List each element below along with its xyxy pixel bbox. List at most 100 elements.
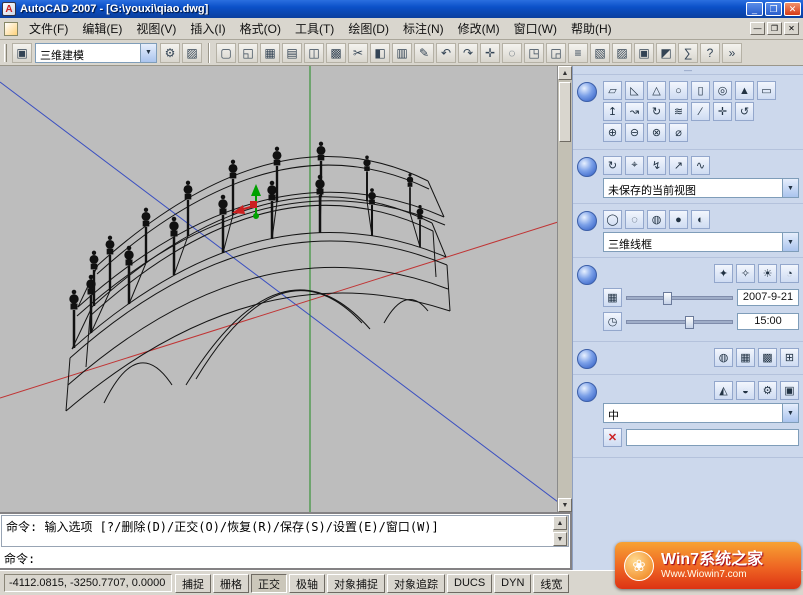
visual-style-dropdown[interactable]: 三维线框 ▼ bbox=[603, 232, 799, 252]
status-toggle-button[interactable]: 栅格 bbox=[213, 574, 249, 593]
command-scrollbar[interactable]: ▲ ▼ bbox=[553, 516, 568, 546]
menu-item[interactable]: 文件(F) bbox=[22, 18, 75, 39]
cone-icon[interactable]: △ bbox=[647, 81, 666, 100]
mdi-restore-button[interactable]: ❐ bbox=[767, 22, 782, 35]
canvas-scrollbar[interactable]: ▲ ▼ bbox=[558, 66, 572, 512]
torus-icon[interactable]: ◎ bbox=[713, 81, 732, 100]
materials-panel-icon[interactable] bbox=[577, 349, 597, 369]
workspaces-icon[interactable]: ▣ bbox=[12, 43, 32, 63]
status-toggle-button[interactable]: 对象捕捉 bbox=[327, 574, 385, 593]
menu-item[interactable]: 编辑(E) bbox=[75, 18, 129, 39]
planar-mapping-icon[interactable]: ▦ bbox=[736, 348, 755, 367]
status-toggle-button[interactable]: DUCS bbox=[447, 574, 492, 593]
pan-icon[interactable]: ✛ bbox=[480, 43, 500, 63]
date-slider[interactable] bbox=[626, 296, 733, 300]
render-environment-icon[interactable]: ◒ bbox=[736, 381, 755, 400]
minimize-button[interactable]: _ bbox=[746, 2, 763, 16]
box-mapping-icon[interactable]: ▩ bbox=[758, 348, 777, 367]
help-icon[interactable]: ? bbox=[700, 43, 720, 63]
save-icon[interactable]: ▦ bbox=[260, 43, 280, 63]
revolve-icon[interactable]: ↻ bbox=[647, 102, 666, 121]
render-window-icon[interactable]: ▣ bbox=[780, 381, 799, 400]
workspace-dropdown[interactable]: 三维建模 ▼ bbox=[35, 43, 157, 63]
command-window[interactable]: 命令: 输入选项 [?/删除(D)/正交(O)/恢复(R)/保存(S)/设置(E… bbox=[0, 512, 572, 570]
hidden-icon[interactable]: ◍ bbox=[647, 210, 666, 229]
dashboard-grip[interactable]: — bbox=[573, 66, 803, 75]
menu-item[interactable]: 窗口(W) bbox=[507, 18, 564, 39]
menu-item[interactable]: 工具(T) bbox=[288, 18, 341, 39]
sphere-icon[interactable]: ○ bbox=[669, 81, 688, 100]
fly-icon[interactable]: ↗ bbox=[669, 156, 688, 175]
open-icon[interactable]: ◱ bbox=[238, 43, 258, 63]
animation-icon[interactable]: ∿ bbox=[691, 156, 710, 175]
extrude-icon[interactable]: ↥ bbox=[603, 102, 622, 121]
menu-item[interactable]: 绘图(D) bbox=[341, 18, 396, 39]
subtract-icon[interactable]: ⊖ bbox=[625, 123, 644, 142]
mdi-close-button[interactable]: ✕ bbox=[784, 22, 799, 35]
menu-item[interactable]: 插入(I) bbox=[183, 18, 232, 39]
status-toggle-button[interactable]: 捕捉 bbox=[175, 574, 211, 593]
redo-icon[interactable]: ↷ bbox=[458, 43, 478, 63]
menu-item[interactable]: 标注(N) bbox=[396, 18, 451, 39]
3d-rotate-icon[interactable]: ↺ bbox=[735, 102, 754, 121]
camera-icon[interactable]: ⌖ bbox=[625, 156, 644, 175]
3d-navigate-panel-icon[interactable] bbox=[577, 157, 597, 177]
scroll-up-icon[interactable]: ▲ bbox=[558, 66, 572, 80]
date-field[interactable]: 2007-9-21 bbox=[737, 289, 799, 306]
slice-icon[interactable]: ∕ bbox=[691, 102, 710, 121]
wireframe-2d-icon[interactable]: ◯ bbox=[603, 210, 622, 229]
toolbar-drag-handle[interactable] bbox=[4, 44, 7, 62]
scrollbar-track[interactable] bbox=[558, 80, 572, 498]
clock-icon[interactable]: ◷ bbox=[603, 312, 622, 331]
render-output-field[interactable] bbox=[626, 429, 799, 446]
time-field[interactable]: 15:00 bbox=[737, 313, 799, 330]
menu-item[interactable]: 视图(V) bbox=[129, 18, 183, 39]
markup-icon[interactable]: ◩ bbox=[656, 43, 676, 63]
sky-icon[interactable]: ◔ bbox=[780, 264, 799, 283]
tool-palette-toggle-icon[interactable]: ▨ bbox=[182, 43, 202, 63]
scrollbar-thumb[interactable] bbox=[559, 82, 571, 142]
pyramid-icon[interactable]: ▲ bbox=[735, 81, 754, 100]
scroll-down-icon[interactable]: ▼ bbox=[558, 498, 572, 512]
menu-item[interactable]: 格式(O) bbox=[233, 18, 288, 39]
date-slider-thumb[interactable] bbox=[663, 292, 672, 305]
conceptual-icon[interactable]: ◐ bbox=[691, 210, 710, 229]
cut-icon[interactable]: ✂ bbox=[348, 43, 368, 63]
zoom-realtime-icon[interactable]: ◌ bbox=[502, 43, 522, 63]
box-icon[interactable]: ▱ bbox=[603, 81, 622, 100]
light-panel-icon[interactable] bbox=[577, 265, 597, 285]
command-history[interactable]: 命令: 输入选项 [?/删除(D)/正交(O)/恢复(R)/保存(S)/设置(E… bbox=[1, 515, 569, 547]
copy-icon[interactable]: ◧ bbox=[370, 43, 390, 63]
render-icon[interactable]: ◭ bbox=[714, 381, 733, 400]
wedge-icon[interactable]: ◺ bbox=[625, 81, 644, 100]
quickcalc-icon[interactable]: ∑ bbox=[678, 43, 698, 63]
zoom-previous-icon[interactable]: ◲ bbox=[546, 43, 566, 63]
loft-icon[interactable]: ≋ bbox=[669, 102, 688, 121]
status-toggle-button[interactable]: 极轴 bbox=[289, 574, 325, 593]
orbit-icon[interactable]: ↻ bbox=[603, 156, 622, 175]
time-slider[interactable] bbox=[626, 320, 733, 324]
workspace-settings-icon[interactable]: ⚙ bbox=[160, 43, 180, 63]
close-button[interactable]: ✕ bbox=[784, 2, 801, 16]
mdi-minimize-button[interactable]: — bbox=[750, 22, 765, 35]
status-toggle-button[interactable]: 正交 bbox=[251, 574, 287, 593]
realistic-icon[interactable]: ● bbox=[669, 210, 688, 229]
render-panel-icon[interactable] bbox=[577, 382, 597, 402]
chevron-down-icon[interactable]: ▼ bbox=[782, 233, 798, 251]
chevron-down-icon[interactable]: ▼ bbox=[782, 404, 798, 422]
materials-icon[interactable]: ◍ bbox=[714, 348, 733, 367]
command-prompt[interactable]: 命令: bbox=[0, 548, 570, 566]
calendar-icon[interactable]: ▦ bbox=[603, 288, 622, 307]
union-icon[interactable]: ⊕ bbox=[603, 123, 622, 142]
sweep-icon[interactable]: ↝ bbox=[625, 102, 644, 121]
3d-move-icon[interactable]: ✛ bbox=[713, 102, 732, 121]
view-dropdown[interactable]: 未保存的当前视图 ▼ bbox=[603, 178, 799, 198]
attach-material-icon[interactable]: ⊞ bbox=[780, 348, 799, 367]
properties-icon[interactable]: ≡ bbox=[568, 43, 588, 63]
plot-preview-icon[interactable]: ◫ bbox=[304, 43, 324, 63]
designcenter-icon[interactable]: ▧ bbox=[590, 43, 610, 63]
status-toggle-button[interactable]: DYN bbox=[494, 574, 531, 593]
sun-status-icon[interactable]: ☀ bbox=[758, 264, 777, 283]
cylinder-icon[interactable]: ▯ bbox=[691, 81, 710, 100]
spot-light-icon[interactable]: ✧ bbox=[736, 264, 755, 283]
